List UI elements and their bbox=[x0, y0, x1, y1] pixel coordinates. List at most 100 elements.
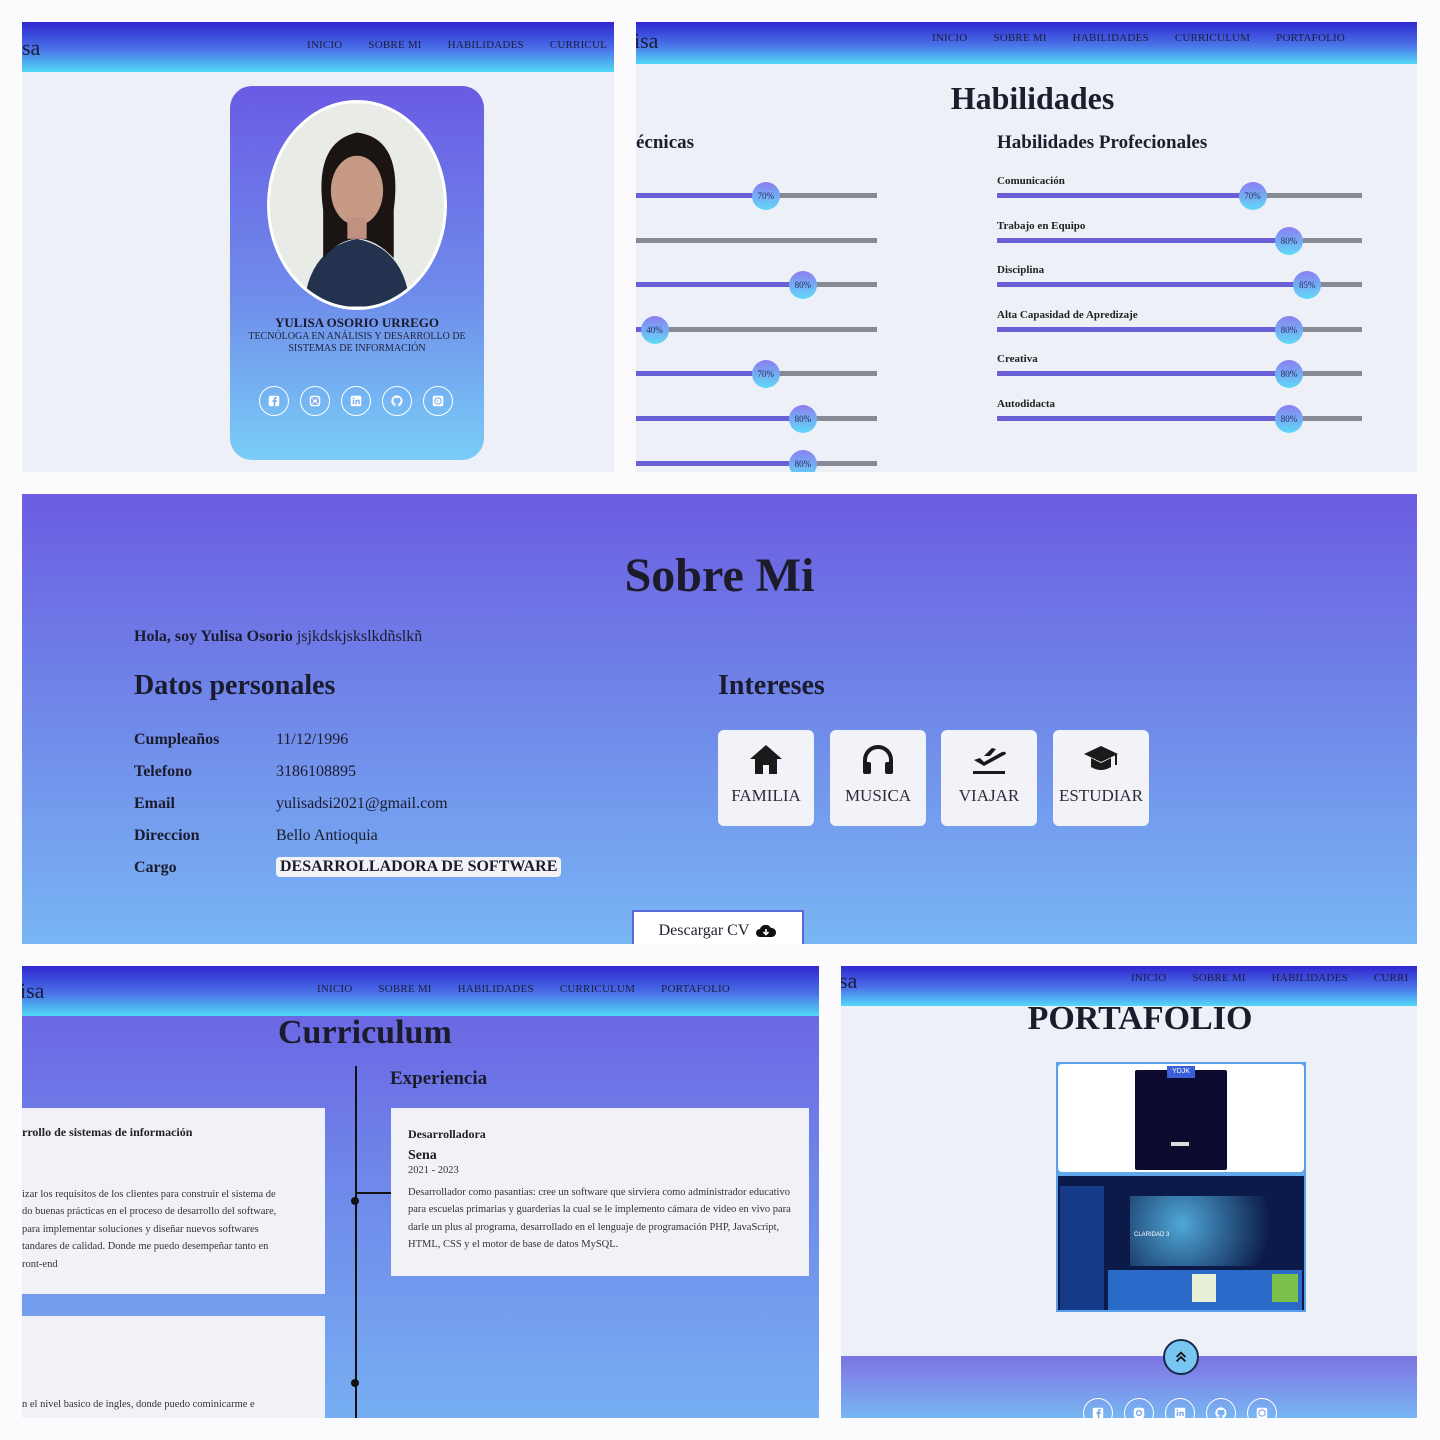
skill-progress-track: 80% bbox=[997, 315, 1362, 344]
skill-label: Trabajo en Equipo bbox=[997, 219, 1086, 232]
linkedin-icon[interactable] bbox=[341, 386, 371, 416]
education-text-line: para implementar soluciones y diseñar nu… bbox=[22, 1223, 259, 1235]
project-logo: YDJK bbox=[1167, 1066, 1195, 1078]
nav-link-habilidades[interactable]: HABILIDADES bbox=[1272, 972, 1348, 984]
nav-link-sobre-mi[interactable]: SOBRE MI bbox=[368, 39, 421, 51]
education-text-line: tandares de calidad. Donde me puedo dese… bbox=[22, 1241, 269, 1252]
nav-link-inicio[interactable]: INICIO bbox=[317, 983, 352, 995]
skill-row: 70% bbox=[636, 175, 877, 215]
skill-progress-track: 80% bbox=[997, 226, 1362, 255]
facebook-icon[interactable] bbox=[259, 386, 289, 416]
nav-link-sobre-mi[interactable]: SOBRE MI bbox=[993, 32, 1046, 44]
brand-logo[interactable]: isa bbox=[22, 978, 44, 1004]
interest-music[interactable]: MUSICA bbox=[830, 730, 926, 826]
email-row: Email yulisadsi2021@gmail.com bbox=[134, 795, 448, 813]
intro-name: Hola, soy Yulisa Osorio bbox=[134, 628, 293, 645]
birthday-value: 11/12/1996 bbox=[276, 731, 349, 748]
portfolio-project-thumbnail[interactable]: YDJK CLARIDAD 3 bbox=[1056, 1062, 1306, 1312]
skill-row: 80% bbox=[636, 443, 877, 472]
nav-link-habilidades[interactable]: HABILIDADES bbox=[1073, 32, 1149, 44]
interest-travel[interactable]: VIAJAR bbox=[941, 730, 1037, 826]
dashboard-preview: CLARIDAD 3 bbox=[1058, 1176, 1304, 1310]
nav-link-inicio[interactable]: INICIO bbox=[1131, 972, 1166, 984]
interest-family[interactable]: FAMILIA bbox=[718, 730, 814, 826]
nav-link-portafolio[interactable]: PORTAFOLIO bbox=[661, 983, 730, 995]
skill-progress-fill bbox=[997, 282, 1308, 288]
nav-link-curriculum[interactable]: CURRICUL bbox=[550, 39, 607, 51]
skill-progress-track bbox=[636, 237, 877, 243]
interest-label: MUSICA bbox=[844, 786, 912, 805]
nav-link-inicio[interactable]: INICIO bbox=[932, 32, 967, 44]
skill-progress-fill bbox=[997, 416, 1289, 421]
skill-row: Disciplina 85% bbox=[997, 264, 1362, 304]
skill-progress-track: 80% bbox=[997, 405, 1362, 433]
double-chevron-up-icon bbox=[1176, 1351, 1186, 1362]
nav-links: INICIO SOBRE MI HABILIDADES CURRI bbox=[1131, 972, 1408, 984]
nav-link-curriculum[interactable]: CURRICULUM bbox=[560, 983, 635, 995]
skill-row: Trabajo en Equipo 80% bbox=[997, 220, 1362, 260]
skill-progress-fill bbox=[997, 193, 1253, 198]
footer-social-links bbox=[1083, 1398, 1277, 1418]
skill-percent-badge: 80% bbox=[1275, 405, 1303, 433]
download-cv-button[interactable]: Descargar CV bbox=[632, 910, 804, 944]
address-row: Direccion Bello Antioquia bbox=[134, 827, 378, 845]
instagram-icon[interactable] bbox=[300, 386, 330, 416]
skill-percent-badge: 40% bbox=[640, 315, 669, 344]
instagram-icon[interactable] bbox=[1124, 1398, 1154, 1418]
profile-panel: sa INICIO SOBRE MI HABILIDADES CURRICUL … bbox=[22, 22, 614, 472]
skill-progress-fill bbox=[636, 193, 766, 198]
skill-row: Creativa 80% bbox=[997, 353, 1362, 393]
dashboard-card-thumb bbox=[1192, 1274, 1216, 1302]
nav-link-curriculum[interactable]: CURRI bbox=[1374, 972, 1409, 984]
linkedin-icon[interactable] bbox=[1165, 1398, 1195, 1418]
nav-link-habilidades[interactable]: HABILIDADES bbox=[458, 983, 534, 995]
skill-label: Autodidacta bbox=[997, 398, 1056, 410]
timeline-dot bbox=[351, 1379, 359, 1387]
scroll-top-button[interactable] bbox=[1163, 1339, 1199, 1375]
brand-logo[interactable]: sa bbox=[841, 968, 857, 994]
field-label: Cargo bbox=[134, 859, 177, 876]
github-icon[interactable] bbox=[1206, 1398, 1236, 1418]
skill-progress-track: 70% bbox=[636, 360, 877, 389]
nav-link-inicio[interactable]: INICIO bbox=[307, 39, 342, 51]
brand-logo[interactable]: sa bbox=[22, 35, 40, 61]
skill-label: Disciplina bbox=[997, 264, 1045, 277]
timeline-dot bbox=[351, 1197, 359, 1205]
interests-heading: Intereses bbox=[718, 670, 825, 701]
skill-row bbox=[636, 220, 877, 260]
portfolio-panel: sa INICIO SOBRE MI HABILIDADES CURRI POR… bbox=[841, 966, 1417, 1418]
interest-study[interactable]: ESTUDIAR bbox=[1053, 730, 1149, 826]
skill-progress-track: 80% bbox=[636, 405, 877, 433]
nav-links: INICIO SOBRE MI HABILIDADES CURRICULUM P… bbox=[317, 983, 730, 995]
nav-links: INICIO SOBRE MI HABILIDADES CURRICULUM P… bbox=[932, 32, 1345, 44]
brand-logo[interactable]: isa bbox=[636, 28, 658, 54]
skill-row: 80% bbox=[636, 264, 877, 304]
nav-link-curriculum[interactable]: CURRICULUM bbox=[1175, 32, 1250, 44]
whatsapp-icon[interactable] bbox=[423, 386, 453, 416]
skill-progress-fill bbox=[636, 282, 803, 288]
navbar: sa INICIO SOBRE MI HABILIDADES CURRICUL bbox=[22, 22, 614, 72]
profile-card: YULISA OSORIO URREGO TECNÓLOGA EN ANÁLIS… bbox=[230, 86, 484, 460]
education-card-2: n el nivel basico de ingles, donde puedo… bbox=[22, 1316, 325, 1418]
skill-progress-track: 40% bbox=[636, 315, 877, 344]
education-card: rrollo de sistemas de información izar l… bbox=[22, 1108, 325, 1294]
nav-link-portafolio[interactable]: PORTAFOLIO bbox=[1276, 32, 1345, 44]
intro-text: jsjkdskjskslkdñslkñ bbox=[296, 628, 423, 645]
nav-link-sobre-mi[interactable]: SOBRE MI bbox=[378, 983, 431, 995]
education-text-line: do buenas prácticas en el proceso de des… bbox=[22, 1206, 277, 1217]
skill-percent-badge: 70% bbox=[1238, 182, 1267, 210]
facebook-icon[interactable] bbox=[1083, 1398, 1113, 1418]
email-value[interactable]: yulisadsi2021@gmail.com bbox=[276, 795, 448, 813]
nav-link-sobre-mi[interactable]: SOBRE MI bbox=[1192, 972, 1245, 984]
skill-progress-fill bbox=[636, 371, 766, 377]
download-cv-label: Descargar CV bbox=[658, 922, 750, 939]
github-icon[interactable] bbox=[382, 386, 412, 416]
field-label: Telefono bbox=[134, 763, 193, 780]
skill-percent-badge: 85% bbox=[1293, 271, 1322, 300]
about-intro: Hola, soy Yulisa Osorio jsjkdskjskslkdñs… bbox=[134, 628, 422, 646]
whatsapp-icon[interactable] bbox=[1247, 1398, 1277, 1418]
skill-percent-badge: 70% bbox=[751, 182, 780, 210]
interest-label: FAMILIA bbox=[731, 786, 801, 805]
role-badge: DESARROLLADORA DE SOFTWARE bbox=[276, 857, 562, 877]
nav-link-habilidades[interactable]: HABILIDADES bbox=[448, 39, 524, 51]
